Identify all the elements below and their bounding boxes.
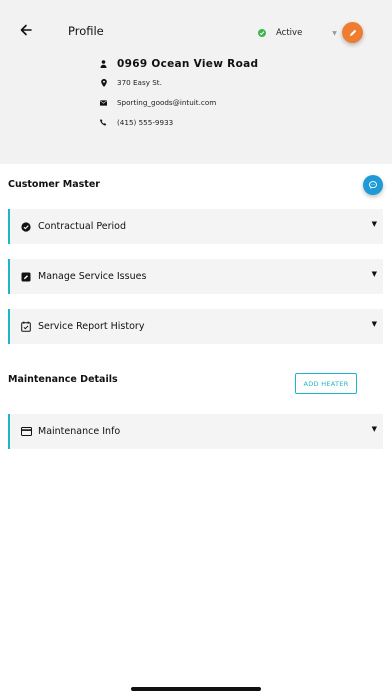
contact-address-text: 370 Easy St.: [117, 78, 162, 87]
phone-icon: [100, 119, 107, 127]
caret-down-icon: ▼: [371, 220, 377, 228]
accordion-maintenance-info[interactable]: Maintenance Info ▼: [8, 414, 383, 449]
contact-phone[interactable]: (415) 555-9933: [100, 118, 173, 127]
contact-name: 0969 Ocean View Road: [100, 58, 258, 70]
credit-card-icon: [20, 426, 32, 438]
person-icon: [100, 60, 107, 68]
accordion-service-report-history[interactable]: Service Report History ▼: [8, 309, 383, 344]
chat-button[interactable]: [363, 175, 383, 195]
accordion-label: Service Report History: [38, 321, 145, 332]
accordion-contractual-period[interactable]: Contractual Period ▼: [8, 209, 383, 244]
status-dropdown[interactable]: Active ▼: [258, 26, 337, 40]
maintenance-details-title: Maintenance Details: [8, 374, 118, 385]
page-title: Profile: [68, 24, 104, 38]
arrow-left-icon: [20, 24, 32, 36]
caret-down-icon: ▼: [371, 425, 377, 433]
accordion-label: Manage Service Issues: [38, 271, 147, 282]
accordion-manage-service-issues[interactable]: Manage Service Issues ▼: [8, 259, 383, 294]
envelope-icon: [100, 99, 107, 107]
status-label: Active: [276, 28, 303, 38]
chat-bubble-icon: [368, 181, 378, 189]
contact-email[interactable]: Sporting_goods@intuit.com: [100, 98, 216, 107]
check-circle-icon: [258, 29, 266, 37]
contact-phone-text: (415) 555-9933: [117, 118, 174, 127]
profile-header: Profile Active ▼ 0969 Ocean View Road 37…: [0, 0, 392, 164]
edit-button[interactable]: [342, 22, 363, 43]
calendar-check-icon: [20, 321, 32, 333]
home-indicator[interactable]: [131, 687, 261, 691]
accordion-label: Contractual Period: [38, 221, 126, 232]
contact-name-text: 0969 Ocean View Road: [117, 58, 259, 70]
accordion-label: Maintenance Info: [38, 426, 121, 437]
check-badge-icon: [20, 221, 32, 233]
customer-master-title: Customer Master: [8, 179, 100, 190]
contact-email-text: Sporting_goods@intuit.com: [117, 98, 217, 107]
contact-address: 370 Easy St.: [100, 78, 162, 87]
add-heater-button[interactable]: ADD HEATER: [295, 373, 357, 394]
caret-down-icon: ▼: [332, 29, 337, 37]
edit-square-icon: [20, 271, 32, 283]
map-pin-icon: [100, 78, 107, 87]
pencil-icon: [349, 29, 356, 36]
caret-down-icon: ▼: [371, 270, 377, 278]
back-button[interactable]: [14, 18, 38, 42]
caret-down-icon: ▼: [371, 320, 377, 328]
